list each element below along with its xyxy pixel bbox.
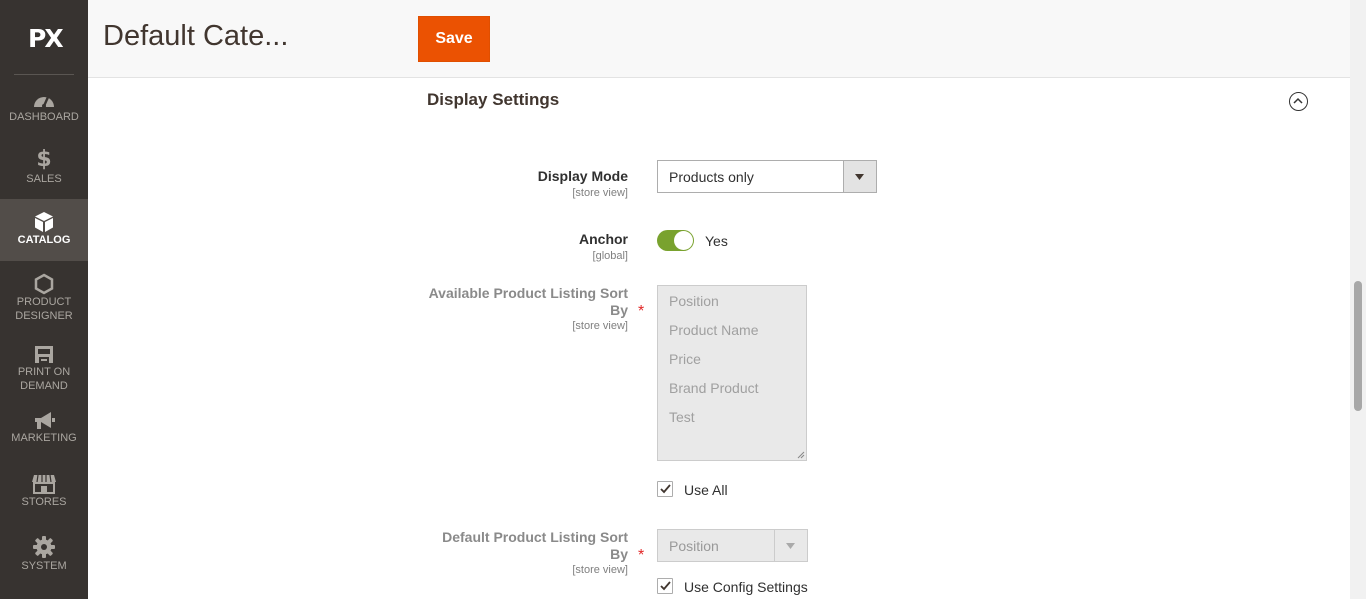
- checkmark-icon: [660, 484, 671, 494]
- default-sort-value: Position: [669, 538, 719, 554]
- megaphone-icon: [35, 412, 55, 429]
- sidebar-item-label: CATALOG: [17, 234, 71, 246]
- checkmark-icon: [660, 581, 671, 591]
- default-sort-scope-wrap: [store view]: [380, 564, 628, 578]
- default-sort-label-wrap2: By: [380, 546, 628, 566]
- required-star: *: [638, 303, 645, 320]
- anchor-label-wrap: Anchor: [400, 231, 628, 251]
- sidebar-item-label: DASHBOARD: [9, 111, 79, 123]
- list-item[interactable]: Position: [669, 293, 719, 309]
- logo[interactable]: PX: [0, 0, 88, 76]
- use-config-checkbox[interactable]: [657, 578, 673, 594]
- scrollbar-thumb[interactable]: [1354, 281, 1362, 411]
- sidebar-item-catalog[interactable]: CATALOG: [0, 199, 88, 261]
- admin-sidebar: PX DASHBOARD $ SALES CATALOG PRODUCT DES…: [0, 0, 88, 599]
- anchor-scope: [global]: [592, 250, 628, 262]
- display-mode-label: Display Mode: [537, 168, 628, 184]
- print-icon: [35, 346, 53, 363]
- caret-down-icon: [855, 174, 864, 180]
- save-button[interactable]: Save: [418, 16, 490, 62]
- sidebar-item-label: PRODUCT: [16, 296, 72, 308]
- available-sort-label-line1: Available Product Listing Sort: [428, 285, 628, 301]
- store-icon: [32, 474, 56, 494]
- default-sort-label-line2: By: [610, 546, 628, 562]
- list-item[interactable]: Test: [669, 409, 695, 425]
- available-sort-multiselect[interactable]: Position Product Name Price Brand Produc…: [657, 285, 807, 461]
- use-config-label[interactable]: Use Config Settings: [684, 579, 808, 595]
- gear-icon: [33, 536, 55, 558]
- sidebar-item-label: MARKETING: [11, 432, 77, 444]
- default-sort-scope: [store view]: [572, 564, 628, 576]
- sidebar-item-product-designer[interactable]: PRODUCT DESIGNER: [0, 261, 88, 331]
- anchor-toggle[interactable]: [657, 230, 694, 251]
- display-mode-scope-wrap: [store view]: [400, 187, 628, 201]
- dashboard-gauge-icon: [34, 95, 54, 108]
- available-sort-scope: [store view]: [572, 320, 628, 332]
- hexagon-icon: [34, 273, 54, 295]
- page-scrollbar[interactable]: [1350, 0, 1366, 599]
- anchor-scope-wrap: [global]: [400, 250, 628, 264]
- use-all-label[interactable]: Use All: [684, 482, 728, 498]
- section-title[interactable]: Display Settings: [427, 90, 559, 110]
- display-mode-scope: [store view]: [572, 187, 628, 199]
- available-sort-scope-wrap: [store view]: [380, 320, 628, 334]
- caret-down-icon: [786, 543, 795, 549]
- sidebar-item-marketing[interactable]: MARKETING: [0, 399, 88, 461]
- select-arrow: [774, 530, 807, 561]
- required-star: *: [638, 547, 645, 564]
- default-sort-select[interactable]: Position: [657, 529, 808, 562]
- sidebar-item-label: STORES: [21, 496, 67, 508]
- list-item[interactable]: Brand Product: [669, 380, 759, 396]
- sidebar-item-label: SYSTEM: [21, 560, 67, 572]
- page-header: Default Cate... Save: [88, 0, 1350, 78]
- available-sort-label-line2: By: [610, 302, 628, 318]
- list-item[interactable]: Product Name: [669, 322, 758, 338]
- select-arrow: [843, 161, 876, 192]
- use-all-checkbox[interactable]: [657, 481, 673, 497]
- sidebar-item-label: DESIGNER: [15, 310, 73, 322]
- app-window: PX DASHBOARD $ SALES CATALOG PRODUCT DES…: [0, 0, 1366, 599]
- available-sort-label-wrap2: By: [380, 302, 628, 322]
- chevron-up-icon: [1293, 97, 1303, 104]
- anchor-label: Anchor: [579, 231, 628, 247]
- sidebar-item-label: SALES: [26, 173, 62, 185]
- box-icon: [35, 212, 53, 232]
- display-mode-label-wrap: Display Mode: [400, 168, 628, 188]
- sidebar-item-print-on-demand[interactable]: PRINT ON DEMAND: [0, 331, 88, 399]
- collapse-toggle[interactable]: [1289, 92, 1308, 111]
- display-mode-select[interactable]: Products only: [657, 160, 877, 193]
- toggle-knob: [674, 231, 693, 250]
- anchor-toggle-label: Yes: [705, 233, 728, 249]
- sidebar-item-label: PRINT ON: [17, 366, 71, 378]
- logo-text: PX: [28, 24, 64, 53]
- dollar-icon: $: [36, 147, 52, 172]
- default-sort-label-line1: Default Product Listing Sort: [442, 529, 628, 545]
- list-item[interactable]: Price: [669, 351, 701, 367]
- logo-divider: [14, 74, 74, 75]
- resize-grip-icon[interactable]: [797, 451, 805, 459]
- display-mode-value: Products only: [669, 169, 754, 185]
- sidebar-item-dashboard[interactable]: DASHBOARD: [0, 82, 88, 140]
- sidebar-item-system[interactable]: SYSTEM: [0, 523, 88, 585]
- sidebar-item-sales[interactable]: $ SALES: [0, 140, 88, 200]
- sidebar-item-label: DEMAND: [20, 380, 68, 392]
- sidebar-item-stores[interactable]: STORES: [0, 461, 88, 523]
- page-title: Default Cate...: [103, 20, 289, 52]
